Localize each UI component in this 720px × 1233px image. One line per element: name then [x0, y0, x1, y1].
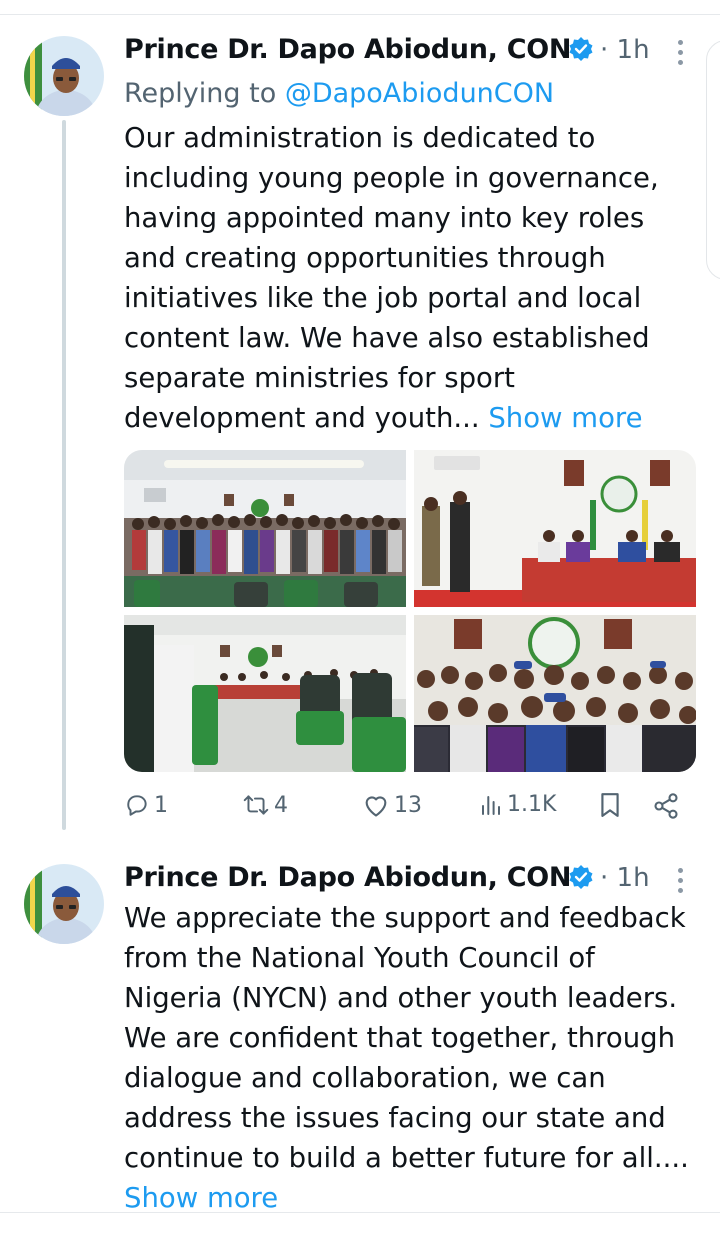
text-line: development and youth...: [124, 402, 480, 434]
like-count: 13: [394, 792, 422, 818]
views-button[interactable]: 1.1K: [479, 792, 556, 817]
text-line: We appreciate the support and feedback: [124, 902, 686, 934]
reply-count: 1: [154, 792, 168, 818]
reply-context: Replying to @DapoAbiodunCON: [124, 78, 554, 109]
avatar[interactable]: [24, 864, 104, 944]
heart-icon: [362, 792, 390, 818]
text-line: initiatives like the job portal and loca…: [124, 282, 642, 314]
group-photo[interactable]: [124, 450, 406, 607]
text-line: content law. We have also established: [124, 322, 650, 354]
share-button[interactable]: [652, 792, 680, 820]
media-grid: [124, 450, 696, 772]
text-line: address the issues facing our state and: [124, 1102, 666, 1134]
top-divider: [0, 14, 720, 15]
show-more-link[interactable]: Show more: [488, 402, 642, 434]
repost-icon: [242, 792, 270, 818]
reply-handle-link[interactable]: @DapoAbiodunCON: [285, 78, 554, 109]
text-line: including young people in governance,: [124, 162, 659, 194]
show-more-link[interactable]: Show more: [124, 1182, 278, 1214]
text-line: Our administration is dedicated to: [124, 122, 596, 154]
text-line: continue to build a better future for al…: [124, 1142, 689, 1174]
text-line: and creating opportunities through: [124, 242, 606, 274]
reply-button[interactable]: 1: [124, 792, 168, 818]
views-count: 1.1K: [507, 792, 557, 817]
tweet-text: Our administration is dedicated to inclu…: [124, 118, 709, 438]
bookmark-icon: [598, 792, 622, 818]
bottom-divider: [0, 1212, 720, 1213]
group-selfie-photo[interactable]: [414, 615, 696, 772]
more-vertical-icon[interactable]: [676, 40, 684, 65]
author-name[interactable]: Prince Dr. Dapo Abiodun, CON: [124, 36, 571, 63]
text-line: from the National Youth Council of: [124, 942, 595, 974]
reply-icon: [124, 792, 150, 818]
repost-count: 4: [274, 792, 288, 818]
views-icon: [479, 793, 503, 817]
author-name[interactable]: Prince Dr. Dapo Abiodun, CON: [124, 864, 571, 891]
like-button[interactable]: 13: [362, 792, 422, 818]
timestamp[interactable]: · 1h: [600, 37, 650, 63]
reply-prefix: Replying to: [124, 78, 277, 109]
repost-button[interactable]: 4: [242, 792, 288, 818]
share-icon: [652, 792, 680, 820]
text-line: We are confident that together, through: [124, 1022, 676, 1054]
text-line: separate ministries for sport: [124, 362, 515, 394]
meeting-photo[interactable]: [414, 450, 696, 607]
text-line: Nigeria (NYCN) and other youth leaders.: [124, 982, 678, 1014]
more-vertical-icon[interactable]: [676, 868, 684, 893]
timestamp[interactable]: · 1h: [600, 865, 650, 891]
avatar[interactable]: [24, 36, 104, 116]
bookmark-button[interactable]: [598, 792, 622, 818]
hall-photo[interactable]: [124, 615, 406, 772]
verified-badge-icon: [568, 864, 594, 890]
thread-connector-line: [62, 120, 66, 830]
verified-badge-icon: [568, 36, 594, 62]
text-line: dialogue and collaboration, we can: [124, 1062, 606, 1094]
text-line: having appointed many into key roles: [124, 202, 645, 234]
tweet-text: We appreciate the support and feedback f…: [124, 898, 709, 1218]
tweet-actions: 1 4 13 1.1K: [124, 792, 704, 826]
